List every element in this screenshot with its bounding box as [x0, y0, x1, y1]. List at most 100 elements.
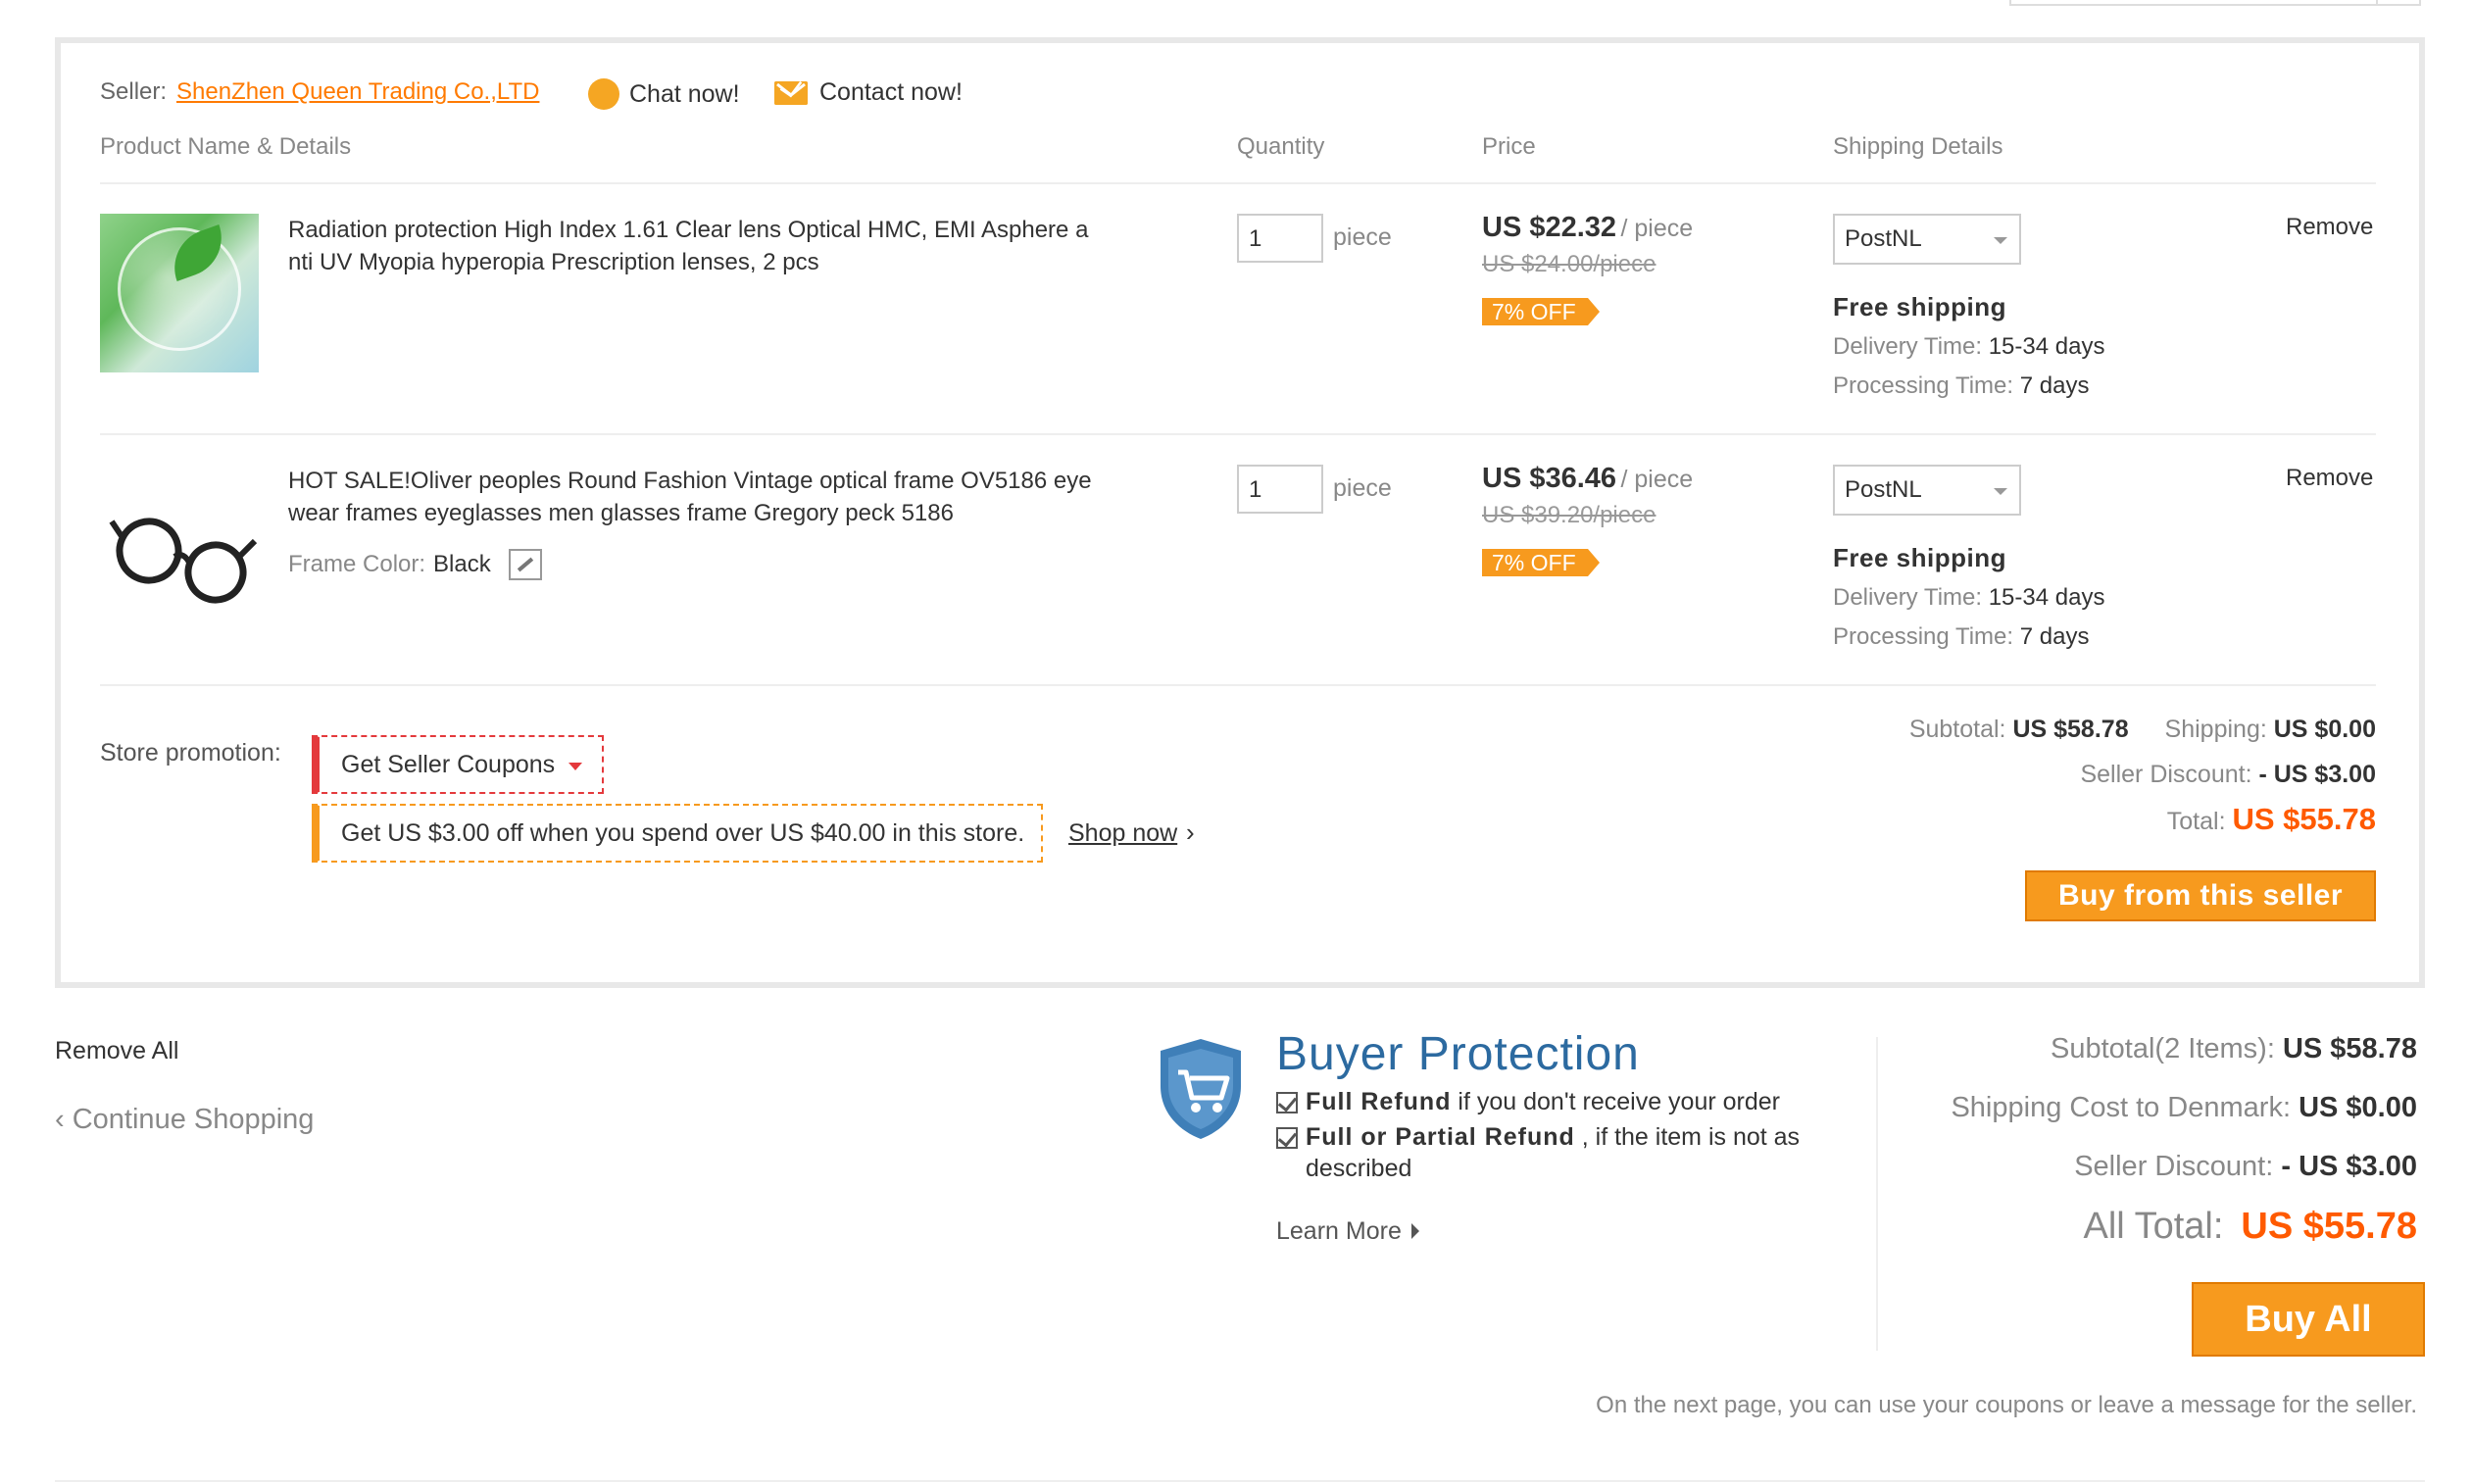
buy-all-button[interactable]: Buy All [2192, 1282, 2425, 1357]
item-price: US $36.46 [1482, 463, 1617, 494]
original-price: US $39.20/piece [1482, 502, 1656, 528]
caret-right-icon [1411, 1223, 1419, 1239]
frame-color-value: Black [433, 551, 491, 577]
delivery-time-value: 15-34 days [1988, 584, 2105, 611]
get-seller-coupons-label: Get Seller Coupons [341, 751, 556, 778]
shipping-method-select[interactable]: PostNL [1833, 465, 2021, 516]
product-image-glasses[interactable] [100, 463, 259, 621]
processing-time: Processing Time: 7 days [1833, 372, 2089, 400]
shipping-method-value: PostNL [1845, 225, 1922, 252]
store-promotion-label: Store promotion: [100, 739, 281, 767]
chat-now-button[interactable]: Chat now! [588, 78, 740, 110]
buyer-protection-title: Buyer Protection [1276, 1028, 1640, 1080]
chat-bubble-icon [588, 78, 619, 110]
frame-color: Frame Color: Black [288, 549, 542, 580]
contact-now-button[interactable]: Contact now! [774, 78, 963, 107]
learn-more-link[interactable]: Learn More [1276, 1217, 1402, 1246]
chevron-right-icon: › [1186, 817, 1195, 847]
discount-badge: 7% OFF [1482, 549, 1600, 576]
product-image-lens[interactable] [100, 214, 259, 372]
summary-discount-label: Seller Discount: [2074, 1151, 2274, 1182]
divider [1876, 1037, 1878, 1351]
summary-shipping-label: Shipping Cost to Denmark: [1951, 1092, 2292, 1123]
store-subtotal-label: Subtotal: [1908, 716, 2006, 743]
price-block: US $36.46 / piece [1482, 463, 1693, 495]
continue-shopping-label: Continue Shopping [72, 1104, 315, 1135]
column-header-shipping: Shipping Details [1833, 133, 2003, 160]
price-block: US $22.32 / piece [1482, 212, 1693, 244]
shield-cart-icon [1161, 1039, 1241, 1139]
summary-subtotal-value: US $58.78 [2282, 1033, 2417, 1064]
processing-time: Processing Time: 7 days [1833, 623, 2089, 651]
checkbox-checked-icon [1276, 1127, 1298, 1149]
product-name-line: wear frames eyeglasses men glasses frame… [288, 500, 954, 526]
edit-icon[interactable] [508, 549, 542, 580]
shop-now-link[interactable]: Shop now [1068, 819, 1177, 848]
shipping-method-select[interactable]: PostNL [1833, 214, 2021, 265]
product-name-line: Radiation protection High Index 1.61 Cle… [288, 217, 1089, 243]
buy-from-seller-button[interactable]: Buy from this seller [2025, 870, 2376, 921]
checkbox-checked-icon [1276, 1092, 1298, 1113]
protection-item-text: , if the item is not as [1574, 1123, 1801, 1151]
summary-shipping-value: US $0.00 [2299, 1092, 2417, 1123]
summary-discount-value: - US $3.00 [2281, 1151, 2417, 1182]
delivery-time-label: Delivery Time: [1833, 333, 1983, 360]
remove-all-button[interactable]: Remove All [55, 1037, 178, 1065]
divider [100, 182, 2376, 184]
product-name-link[interactable]: HOT SALE!Oliver peoples Round Fashion Vi… [288, 465, 1121, 529]
free-shipping-label: Free shipping [1833, 292, 2006, 322]
continue-shopping-link[interactable]: ‹ Continue Shopping [55, 1104, 314, 1136]
summary-discount: Seller Discount: - US $3.00 [2074, 1151, 2417, 1183]
price-per-unit: / piece [1620, 466, 1694, 493]
delivery-time-label: Delivery Time: [1833, 584, 1983, 611]
chat-now-label: Chat now! [629, 79, 740, 108]
dropdown-caret-icon [1994, 488, 2007, 495]
original-price: US $24.00/piece [1482, 251, 1656, 277]
protection-item: Full Refund if you don't receive your or… [1276, 1088, 1780, 1116]
quantity-unit: piece [1333, 223, 1392, 251]
divider [100, 433, 2376, 435]
summary-subtotal: Subtotal(2 Items): US $58.78 [2051, 1033, 2417, 1065]
store-shipping-value: US $0.00 [2273, 716, 2376, 743]
price-per-unit: / piece [1620, 215, 1694, 242]
remove-item-button[interactable]: Remove [2286, 465, 2373, 492]
store-discount-line: Seller Discount: - US $3.00 [2080, 761, 2376, 789]
store-subtotal-line: Subtotal: US $58.78 Shipping: US $0.00 [1909, 716, 2376, 744]
protection-item-text: if you don't receive your order [1451, 1088, 1780, 1115]
store-shipping-label: Shipping: [2164, 716, 2267, 743]
contact-now-label: Contact now! [819, 78, 963, 106]
divider [100, 684, 2376, 686]
envelope-icon [774, 80, 808, 105]
quantity-input[interactable]: 1 [1237, 465, 1323, 514]
protection-item-title: Full Refund [1306, 1088, 1452, 1115]
get-seller-coupons-button[interactable]: Get Seller Coupons [312, 735, 604, 794]
quantity-input[interactable]: 1 [1237, 214, 1323, 263]
checkout-note: On the next page, you can use your coupo… [1596, 1392, 2417, 1418]
column-header-product: Product Name & Details [100, 133, 352, 160]
store-offer-banner: Get US $3.00 off when you spend over US … [312, 804, 1043, 863]
product-name-line: nti UV Myopia hyperopia Prescription len… [288, 249, 819, 275]
product-name-link[interactable]: Radiation protection High Index 1.61 Cle… [288, 214, 1121, 278]
store-total-label: Total: [2166, 808, 2226, 835]
chevron-left-icon: ‹ [55, 1104, 65, 1135]
top-search-box-edge [2009, 0, 2421, 6]
seller-name-link[interactable]: ShenZhen Queen Trading Co.,LTD [176, 78, 539, 106]
processing-time-label: Processing Time: [1833, 372, 2014, 399]
protection-item: Full or Partial Refund , if the item is … [1276, 1123, 1800, 1152]
item-price: US $22.32 [1482, 212, 1617, 243]
caret-down-icon [569, 763, 582, 770]
frame-color-label: Frame Color: [288, 551, 426, 577]
all-total-value: US $55.78 [2241, 1206, 2417, 1247]
delivery-time: Delivery Time: 15-34 days [1833, 333, 2104, 361]
remove-item-button[interactable]: Remove [2286, 214, 2373, 241]
summary-shipping: Shipping Cost to Denmark: US $0.00 [1951, 1092, 2417, 1124]
shipping-method-value: PostNL [1845, 476, 1922, 503]
divider [55, 1480, 2425, 1482]
seller-label: Seller: [100, 78, 168, 105]
protection-item-title: Full or Partial Refund [1306, 1123, 1575, 1151]
all-total-label: All Total: [2083, 1206, 2224, 1247]
processing-time-label: Processing Time: [1833, 623, 2014, 650]
store-subtotal-value: US $58.78 [2012, 716, 2129, 743]
processing-time-value: 7 days [2019, 372, 2090, 399]
delivery-time: Delivery Time: 15-34 days [1833, 584, 2104, 612]
